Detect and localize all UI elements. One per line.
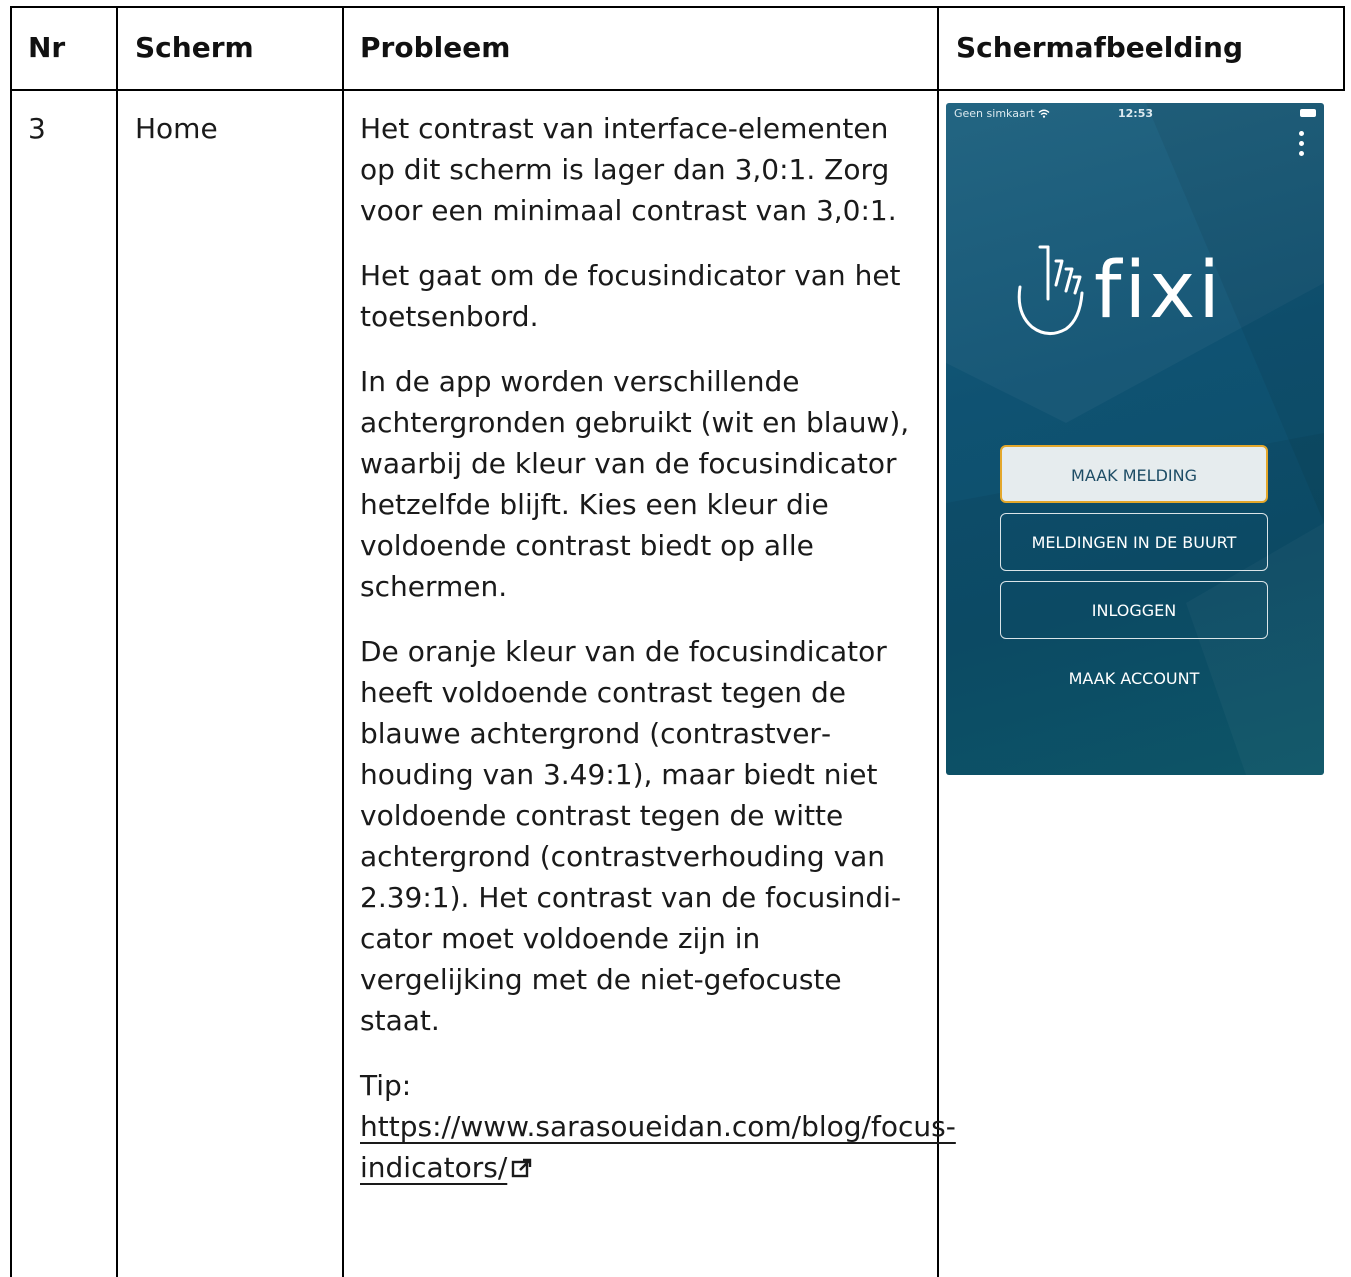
problem-paragraph: De oranje kleur van de focusindicator he… <box>360 635 902 1037</box>
tip-label: Tip: <box>360 1069 412 1102</box>
tip-paragraph: Tip: https://www.sarasoueidan.com/blog/f… <box>360 1065 956 1188</box>
problem-paragraph: Het contrast van interface-elementen op … <box>360 112 897 227</box>
more-vertical-icon[interactable] <box>1299 131 1305 161</box>
wifi-icon <box>1038 109 1050 118</box>
external-link-icon <box>512 1158 532 1178</box>
maak-melding-button[interactable]: MAAK MELDING <box>1000 445 1268 503</box>
carrier-label: Geen simkaart <box>954 107 1035 120</box>
column-divider <box>937 6 939 1277</box>
status-bar: Geen simkaart 12:53 <box>946 105 1324 123</box>
app-name: fixi <box>1094 246 1223 336</box>
battery-icon <box>1300 109 1316 117</box>
table-header-divider <box>10 89 1345 91</box>
problem-paragraph: Het gaat om de focusindicator van het to… <box>360 259 901 333</box>
status-carrier: Geen simkaart <box>954 105 1050 123</box>
tip-link-text: https://www.sarasoueidan.com/blog/focus-… <box>360 1110 956 1184</box>
cell-probleem: Het contrast van interface-elementen op … <box>360 108 956 1212</box>
column-divider <box>342 6 344 1277</box>
header-schermafbeelding: Schermafbeelding <box>956 31 1243 64</box>
header-nr: Nr <box>28 31 66 64</box>
table-border-right <box>1343 6 1345 91</box>
app-screenshot: Geen simkaart 12:53 fixi MAAK MELDING ME… <box>946 103 1324 775</box>
column-divider <box>116 6 118 1277</box>
table-border-top <box>10 6 1345 8</box>
cell-nr: 3 <box>28 112 46 145</box>
header-scherm: Scherm <box>135 31 254 64</box>
cell-scherm: Home <box>135 112 218 145</box>
meldingen-in-de-buurt-button[interactable]: MELDINGEN IN DE BUURT <box>1000 513 1268 571</box>
header-probleem: Probleem <box>360 31 511 64</box>
tip-link[interactable]: https://www.sarasoueidan.com/blog/focus-… <box>360 1110 956 1184</box>
inloggen-button[interactable]: INLOGGEN <box>1000 581 1268 639</box>
problem-paragraph: In de app worden verschillende achtergro… <box>360 365 910 603</box>
maak-account-button[interactable]: MAAK ACCOUNT <box>1000 659 1268 699</box>
table-border-left <box>10 6 12 1277</box>
status-time: 12:53 <box>1118 107 1154 120</box>
fixi-hand-logo-icon <box>1017 245 1084 335</box>
